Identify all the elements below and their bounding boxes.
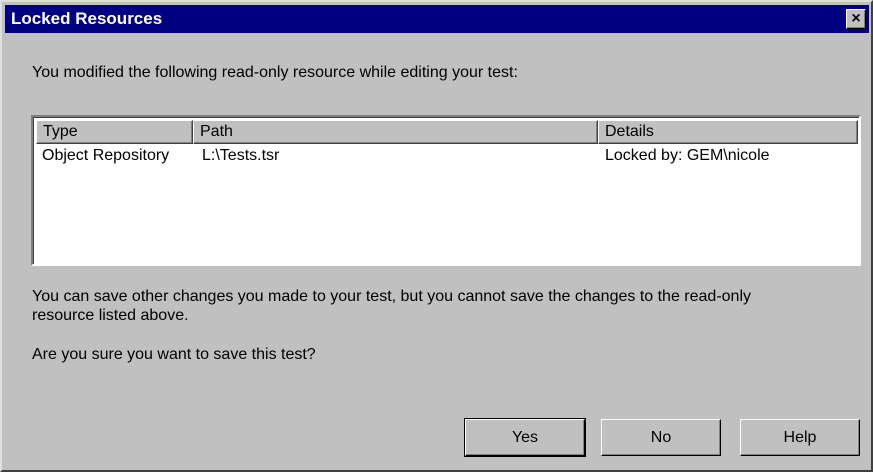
note-message-line1: You can save other changes you made to y… [32,288,751,305]
locked-resources-dialog: Locked Resources × You modified the foll… [0,0,873,472]
row-path-cell: L:\Tests.tsr [202,147,280,164]
row-type-cell: Object Repository [42,147,170,164]
list-header: Type Path Details [36,120,858,144]
table-row[interactable]: Object Repository L:\Tests.tsr Locked by… [36,145,858,167]
intro-message: You modified the following read-only res… [32,64,518,81]
column-header-path[interactable]: Path [193,120,598,144]
no-button[interactable]: No [601,419,721,456]
note-message-line2: resource listed above. [32,307,189,324]
dialog-title: Locked Resources [11,9,163,28]
title-bar: Locked Resources × [5,5,869,33]
yes-button[interactable]: Yes [464,418,586,457]
column-header-details[interactable]: Details [598,120,858,144]
close-icon[interactable]: × [846,9,866,29]
resource-list[interactable]: Type Path Details Object Repository L:\T… [31,115,861,266]
help-button[interactable]: Help [740,419,860,456]
column-header-type[interactable]: Type [36,120,193,144]
row-details-cell: Locked by: GEM\nicole [605,147,770,164]
confirm-question: Are you sure you want to save this test? [32,346,316,363]
